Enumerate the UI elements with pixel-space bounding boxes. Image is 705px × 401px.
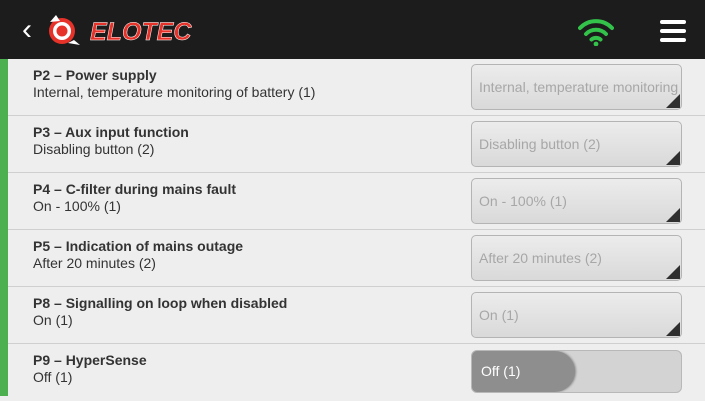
dropdown-corner-icon — [666, 208, 680, 222]
setting-value: Disabling button (2) — [33, 141, 155, 157]
loop-signalling-select[interactable]: On (1) — [471, 292, 682, 338]
dropdown-corner-icon — [666, 151, 680, 165]
hamburger-menu-icon[interactable] — [660, 20, 686, 42]
power-supply-select[interactable]: Internal, temperature monitoring of batt… — [471, 64, 682, 110]
setting-value: Off (1) — [33, 369, 73, 385]
toggle-label: Off (1) — [481, 363, 521, 379]
select-value: On (1) — [479, 307, 519, 323]
setting-title: P3 – Aux input function — [33, 124, 189, 140]
back-chevron-icon[interactable]: ‹ — [22, 14, 44, 46]
dropdown-corner-icon — [666, 322, 680, 336]
setting-row-p8: P8 – Signalling on loop when disabled On… — [8, 287, 705, 344]
setting-title: P8 – Signalling on loop when disabled — [33, 295, 288, 311]
dropdown-corner-icon — [666, 265, 680, 279]
elotec-logo: ELOTEC — [49, 15, 193, 46]
top-bar: ‹ ELOTEC — [0, 0, 705, 59]
setting-value: On - 100% (1) — [33, 198, 121, 214]
setting-value: After 20 minutes (2) — [33, 255, 156, 271]
wifi-icon — [578, 19, 614, 46]
setting-title: P9 – HyperSense — [33, 352, 147, 368]
setting-title: P5 – Indication of mains outage — [33, 238, 244, 254]
setting-value: On (1) — [33, 312, 73, 328]
setting-row-p9: P9 – HyperSense Off (1) Off (1) — [8, 344, 705, 401]
setting-value: Internal, temperature monitoring of batt… — [33, 84, 316, 100]
setting-row-p3: P3 – Aux input function Disabling button… — [8, 116, 705, 173]
select-value: After 20 minutes (2) — [479, 250, 602, 266]
select-value: Disabling button (2) — [479, 136, 601, 152]
select-value: Internal, temperature monitoring of batt… — [479, 79, 681, 95]
setting-title: P2 – Power supply — [33, 67, 157, 83]
setting-row-p5: P5 – Indication of mains outage After 20… — [8, 230, 705, 287]
setting-title: P4 – C-filter during mains fault — [33, 181, 237, 197]
c-filter-select[interactable]: On - 100% (1) — [471, 178, 682, 224]
svg-text:ELOTEC: ELOTEC — [90, 18, 192, 46]
dropdown-corner-icon — [666, 94, 680, 108]
setting-row-p4: P4 – C-filter during mains fault On - 10… — [8, 173, 705, 230]
mains-outage-indication-select[interactable]: After 20 minutes (2) — [471, 235, 682, 281]
select-value: On - 100% (1) — [479, 193, 567, 209]
aux-input-function-select[interactable]: Disabling button (2) — [471, 121, 682, 167]
settings-list: P2 – Power supply Internal, temperature … — [0, 59, 705, 396]
setting-row-p2: P2 – Power supply Internal, temperature … — [8, 59, 705, 116]
logo-emblem — [49, 15, 80, 45]
hypersense-toggle[interactable]: Off (1) — [471, 350, 682, 393]
